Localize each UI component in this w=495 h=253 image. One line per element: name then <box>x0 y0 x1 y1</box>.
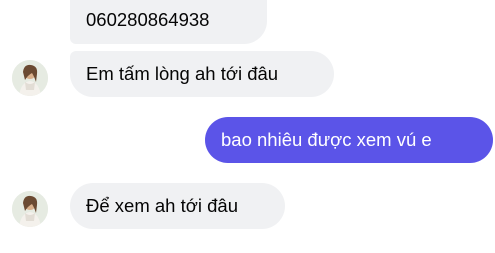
contact-avatar[interactable] <box>12 60 48 96</box>
message-text: 060280864938 <box>86 9 210 30</box>
message-text: Để xem ah tới đâu <box>86 195 238 216</box>
message-bubble-incoming[interactable]: Để xem ah tới đâu <box>70 183 285 229</box>
avatar-icon <box>12 60 48 96</box>
message-text: Em tấm lòng ah tới đâu <box>86 63 279 84</box>
message-bubble-incoming[interactable]: 060280864938 <box>70 0 267 44</box>
avatar-icon <box>12 191 48 227</box>
message-bubble-outgoing[interactable]: bao nhiêu được xem vú e <box>205 117 493 163</box>
contact-avatar[interactable] <box>12 191 48 227</box>
chat-thread: 060280864938 Em tấm lòng ah tới đâu bao … <box>0 0 495 253</box>
message-text: bao nhiêu được xem vú e <box>221 129 432 150</box>
message-bubble-incoming[interactable]: Em tấm lòng ah tới đâu <box>70 51 334 97</box>
